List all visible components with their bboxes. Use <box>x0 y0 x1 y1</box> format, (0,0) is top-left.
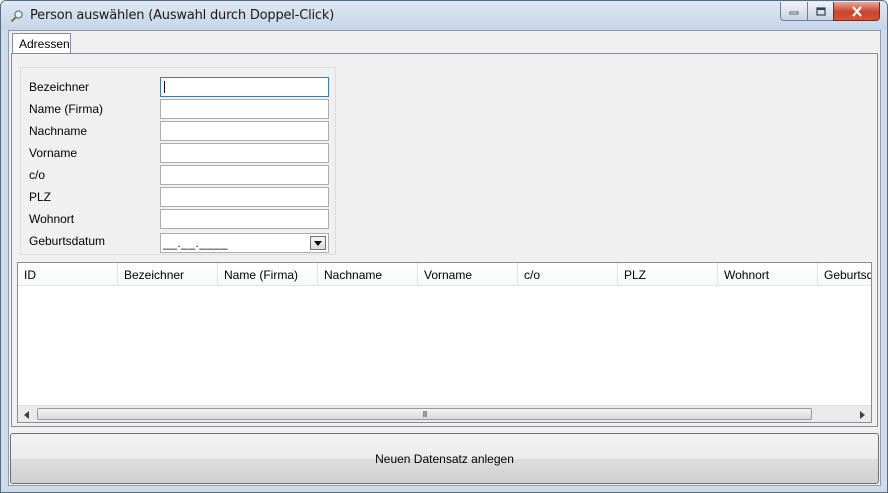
wohnort-input[interactable] <box>160 209 329 229</box>
window-title: Person auswählen (Auswahl durch Doppel-C… <box>30 8 335 23</box>
label-wohnort: Wohnort <box>29 212 75 226</box>
vorname-input[interactable] <box>160 143 329 163</box>
client-area: Adressen Bezeichner Name (Firma) Nachnam… <box>8 30 881 486</box>
magnifier-icon <box>10 10 23 23</box>
thumb-grip: III <box>422 409 428 419</box>
column-header-name-firma[interactable]: Name (Firma) <box>218 263 318 286</box>
column-header-wohnort[interactable]: Wohnort <box>718 263 818 286</box>
label-nachname: Nachname <box>29 124 88 138</box>
label-plz: PLZ <box>29 190 52 204</box>
label-bezeichner: Bezeichner <box>29 80 90 94</box>
bezeichner-input[interactable] <box>160 77 329 97</box>
date-dropdown-button[interactable] <box>310 236 326 250</box>
tab-adressen[interactable]: Adressen <box>12 33 71 54</box>
text-caret <box>164 81 165 93</box>
scroll-right-button[interactable] <box>854 406 871 422</box>
plz-input[interactable] <box>160 187 329 207</box>
date-mask: __.__.____ <box>163 236 229 250</box>
column-header-bezeichner[interactable]: Bezeichner <box>118 263 218 286</box>
name-firma-input[interactable] <box>160 99 329 119</box>
tab-page-adressen: Bezeichner Name (Firma) Nachname Vorname… <box>11 53 878 427</box>
column-header-geburtsdatum[interactable]: Geburtsda <box>818 263 871 286</box>
column-header-nachname[interactable]: Nachname <box>318 263 418 286</box>
search-form: Bezeichner Name (Firma) Nachname Vorname… <box>20 67 336 255</box>
minimize-icon <box>789 11 799 15</box>
scroll-left-button[interactable] <box>18 406 35 422</box>
column-header-plz[interactable]: PLZ <box>618 263 718 286</box>
column-header-co[interactable]: c/o <box>518 263 618 286</box>
horizontal-scrollbar[interactable]: III <box>18 405 871 422</box>
close-button[interactable] <box>833 2 880 21</box>
maximize-button[interactable] <box>807 2 834 21</box>
geburtsdatum-picker[interactable]: __.__.____ <box>160 233 329 253</box>
new-record-button[interactable]: Neuen Datensatz anlegen <box>10 433 879 484</box>
arrow-left-icon <box>24 410 29 419</box>
column-header-vorname[interactable]: Vorname <box>418 263 518 286</box>
maximize-icon <box>815 6 826 16</box>
column-header-id[interactable]: ID <box>18 263 118 286</box>
minimize-button[interactable] <box>780 2 808 21</box>
co-input[interactable] <box>160 165 329 185</box>
results-grid[interactable]: ID Bezeichner Name (Firma) Nachname Vorn… <box>17 262 872 423</box>
close-icon <box>851 5 862 17</box>
nachname-input[interactable] <box>160 121 329 141</box>
tab-label: Adressen <box>19 37 70 51</box>
dialog-window: Person auswählen (Auswahl durch Doppel-C… <box>0 0 888 493</box>
scrollbar-thumb[interactable]: III <box>37 408 812 420</box>
grid-header: ID Bezeichner Name (Firma) Nachname Vorn… <box>18 263 871 286</box>
arrow-right-icon <box>860 410 865 419</box>
title-bar[interactable]: Person auswählen (Auswahl durch Doppel-C… <box>1 1 887 30</box>
label-name-firma: Name (Firma) <box>29 102 103 116</box>
label-vorname: Vorname <box>29 146 78 160</box>
label-co: c/o <box>29 168 46 182</box>
label-geburtsdatum: Geburtsdatum <box>29 234 106 248</box>
chevron-down-icon <box>314 240 322 246</box>
